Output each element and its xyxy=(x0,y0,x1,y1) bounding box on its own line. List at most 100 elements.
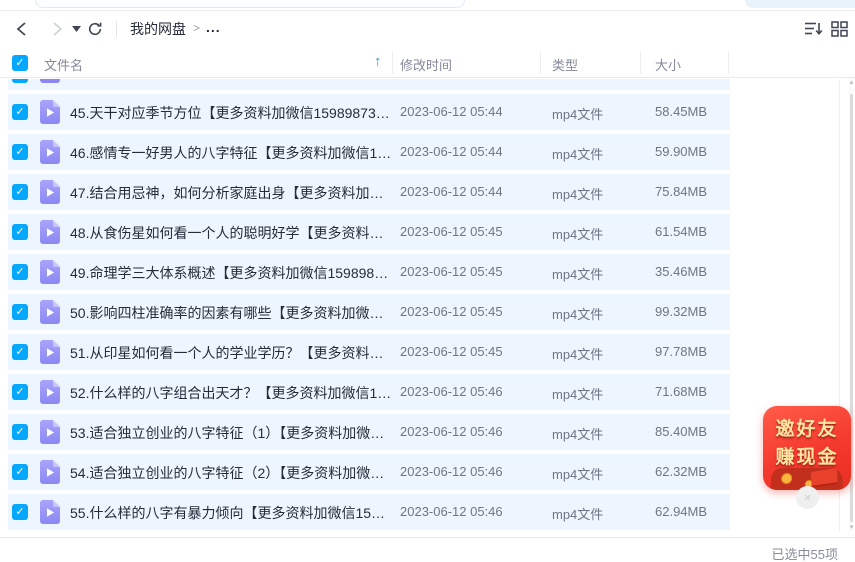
file-size: 75.84MB xyxy=(655,184,708,199)
file-modified-time: 2023-06-12 05:46 xyxy=(400,424,503,439)
breadcrumb-root[interactable]: 我的网盘 xyxy=(130,19,186,39)
video-file-icon xyxy=(40,500,60,524)
file-type: mp4文件 xyxy=(552,107,604,122)
file-type: mp4文件 xyxy=(552,307,604,322)
row-checkbox[interactable]: ✓ xyxy=(12,224,28,240)
file-name[interactable]: 47.结合用忌神，如何分析家庭出身【更多资料加微信159... xyxy=(70,183,392,203)
column-divider xyxy=(728,52,729,74)
table-header: ✓ 文件名 ↑ 修改时间 类型 大小 xyxy=(0,48,855,78)
file-size: 71.68MB xyxy=(655,384,708,399)
column-header-type[interactable]: 类型 xyxy=(552,55,578,74)
table-row[interactable]: ✓ 55.什么样的八字有暴力倾向【更多资料加微信15989873... 2023… xyxy=(8,494,730,530)
column-header-name[interactable]: 文件名 xyxy=(44,55,83,74)
column-header-size[interactable]: 大小 xyxy=(655,55,681,74)
file-size: 61.54MB xyxy=(655,224,708,239)
row-checkbox[interactable]: ✓ xyxy=(12,104,28,120)
promo-text-line1: 邀好友 xyxy=(775,419,839,440)
file-name[interactable]: 50.影响四柱准确率的因素有哪些【更多资料加微信15989... xyxy=(70,303,392,323)
file-size: 58.45MB xyxy=(655,104,708,119)
breadcrumb-separator: > xyxy=(193,21,201,35)
file-size: 99.32MB xyxy=(655,304,708,319)
file-type: mp4文件 xyxy=(552,187,604,202)
file-list: ✓ 45.天干对应季节方位【更多资料加微信15989873524】 ... 20… xyxy=(0,94,855,534)
breadcrumb-current[interactable]: ... xyxy=(206,19,221,35)
file-name[interactable]: 54.适合独立创业的八字特征（2）【更多资料加微信1598... xyxy=(70,463,392,483)
video-file-icon-partial xyxy=(40,79,60,83)
video-file-icon xyxy=(40,180,60,204)
promo-close-button[interactable]: × xyxy=(796,486,819,509)
file-type: mp4文件 xyxy=(552,467,604,482)
file-modified-time: 2023-06-12 05:46 xyxy=(400,384,503,399)
file-name[interactable]: 51.从印星如何看一个人的学业学历？【更多资料加微信1... xyxy=(70,343,392,363)
scrollbar-up-arrow[interactable]: ▴ xyxy=(848,79,855,86)
row-checkbox[interactable]: ✓ xyxy=(12,264,28,280)
file-name[interactable]: 48.从食伤星如何看一个人的聪明好学【更多资料加微信1... xyxy=(70,223,392,243)
table-row[interactable]: ✓ 45.天干对应季节方位【更多资料加微信15989873524】 ... 20… xyxy=(8,94,730,130)
video-file-icon xyxy=(40,300,60,324)
row-checkbox[interactable]: ✓ xyxy=(12,304,28,320)
forward-button[interactable] xyxy=(48,20,66,38)
file-type: mp4文件 xyxy=(552,387,604,402)
file-size: 62.94MB xyxy=(655,504,708,519)
video-file-icon xyxy=(40,420,60,444)
video-file-icon xyxy=(40,460,60,484)
file-name[interactable]: 53.适合独立创业的八字特征（1）【更多资料加微信1598... xyxy=(70,423,392,443)
table-row[interactable]: ✓ 49.命理学三大体系概述【更多资料加微信15989873524... 202… xyxy=(8,254,730,290)
row-checkbox[interactable]: ✓ xyxy=(12,384,28,400)
row-checkbox[interactable]: ✓ xyxy=(12,464,28,480)
video-file-icon xyxy=(40,340,60,364)
grid-view-button[interactable] xyxy=(831,21,849,37)
table-row[interactable]: ✓ 47.结合用忌神，如何分析家庭出身【更多资料加微信159... 2023-0… xyxy=(8,174,730,210)
video-file-icon xyxy=(40,100,60,124)
file-modified-time: 2023-06-12 05:44 xyxy=(400,184,503,199)
caret-down-icon xyxy=(71,26,81,32)
chevron-right-icon xyxy=(52,22,62,36)
file-modified-time: 2023-06-12 05:44 xyxy=(400,104,503,119)
table-row[interactable]: ✓ 46.感情专一好男人的八字特征【更多资料加微信159898... 2023-… xyxy=(8,134,730,170)
red-envelope-icon xyxy=(810,468,838,488)
file-name[interactable]: 45.天干对应季节方位【更多资料加微信15989873524】 ... xyxy=(70,103,392,123)
file-type: mp4文件 xyxy=(552,427,604,442)
row-checkbox[interactable]: ✓ xyxy=(12,144,28,160)
promo-text-line2: 赚现金 xyxy=(775,447,839,468)
sort-order-button[interactable] xyxy=(804,21,823,37)
select-all-checkbox[interactable]: ✓ xyxy=(12,55,28,71)
file-name[interactable]: 55.什么样的八字有暴力倾向【更多资料加微信15989873... xyxy=(70,503,392,523)
file-type: mp4文件 xyxy=(552,347,604,362)
video-file-icon xyxy=(40,380,60,404)
file-name[interactable]: 49.命理学三大体系概述【更多资料加微信15989873524... xyxy=(70,263,392,283)
table-row[interactable]: ✓ 48.从食伤星如何看一个人的聪明好学【更多资料加微信1... 2023-06… xyxy=(8,214,730,250)
table-row[interactable]: ✓ 50.影响四柱准确率的因素有哪些【更多资料加微信15989... 2023-… xyxy=(8,294,730,330)
file-name[interactable]: 46.感情专一好男人的八字特征【更多资料加微信159898... xyxy=(70,143,392,163)
history-dropdown-button[interactable] xyxy=(70,20,82,38)
file-size: 97.78MB xyxy=(655,344,708,359)
table-row[interactable]: ✓ 53.适合独立创业的八字特征（1）【更多资料加微信1598... 2023-… xyxy=(8,414,730,450)
file-name[interactable]: 52.什么样的八字组合出天才？【更多资料加微信159898... xyxy=(70,383,392,403)
file-size: 35.46MB xyxy=(655,264,708,279)
row-checkbox[interactable]: ✓ xyxy=(12,184,28,200)
grid-view-icon xyxy=(831,21,848,37)
toolbar-remnant-left xyxy=(35,0,465,8)
table-row[interactable]: ✓ 54.适合独立创业的八字特征（2）【更多资料加微信1598... 2023-… xyxy=(8,454,730,490)
row-checkbox[interactable]: ✓ xyxy=(12,344,28,360)
scrollbar-down-arrow[interactable]: ▾ xyxy=(848,524,855,531)
column-header-modified[interactable]: 修改时间 xyxy=(400,55,452,74)
table-row[interactable]: ✓ 51.从印星如何看一个人的学业学历？【更多资料加微信1... 2023-06… xyxy=(8,334,730,370)
video-file-icon xyxy=(40,260,60,284)
row-checkbox[interactable]: ✓ xyxy=(12,424,28,440)
table-row[interactable]: ✓ 52.什么样的八字组合出天才？【更多资料加微信159898... 2023-… xyxy=(8,374,730,410)
selection-count-text: 已选中55项 xyxy=(771,547,838,562)
invite-friends-promo-badge[interactable]: 邀好友 赚现金 xyxy=(763,406,851,490)
column-divider xyxy=(640,52,641,74)
sort-ascending-icon[interactable]: ↑ xyxy=(374,53,382,70)
file-size: 85.40MB xyxy=(655,424,708,439)
nav-divider xyxy=(116,21,117,37)
partial-row-top xyxy=(8,79,730,90)
chevron-left-icon xyxy=(16,22,26,36)
toolbar-remnant-right xyxy=(745,0,855,8)
file-modified-time: 2023-06-12 05:46 xyxy=(400,464,503,479)
refresh-button[interactable] xyxy=(86,20,104,38)
file-modified-time: 2023-06-12 05:45 xyxy=(400,344,503,359)
back-button[interactable] xyxy=(12,20,30,38)
row-checkbox[interactable]: ✓ xyxy=(12,504,28,520)
